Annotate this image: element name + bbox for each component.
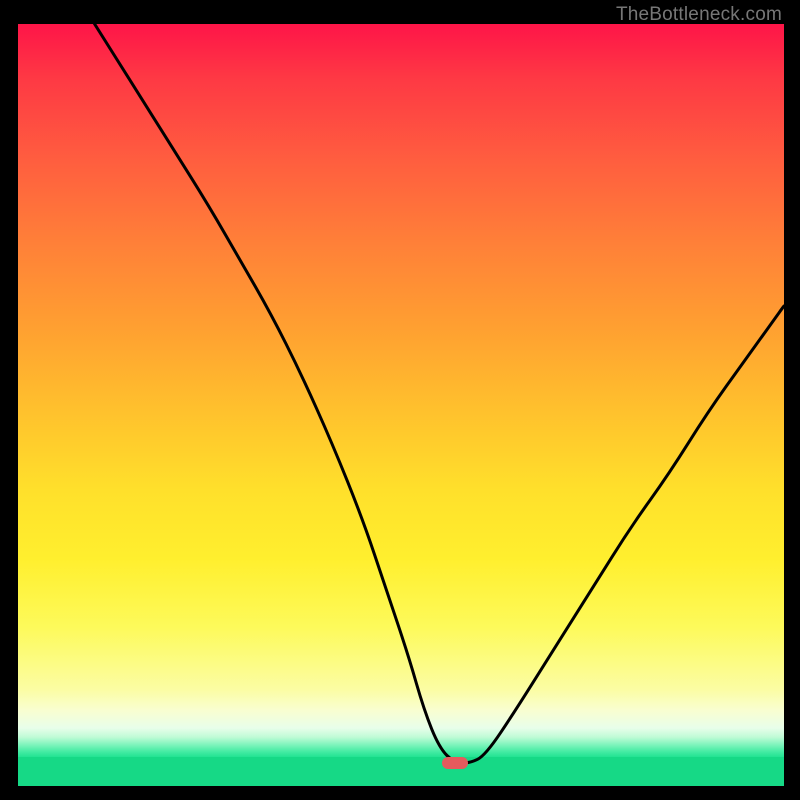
plot-frame [18,24,784,786]
bottleneck-curve [18,24,784,786]
optimum-marker [442,757,468,769]
attribution-text: TheBottleneck.com [616,4,782,26]
